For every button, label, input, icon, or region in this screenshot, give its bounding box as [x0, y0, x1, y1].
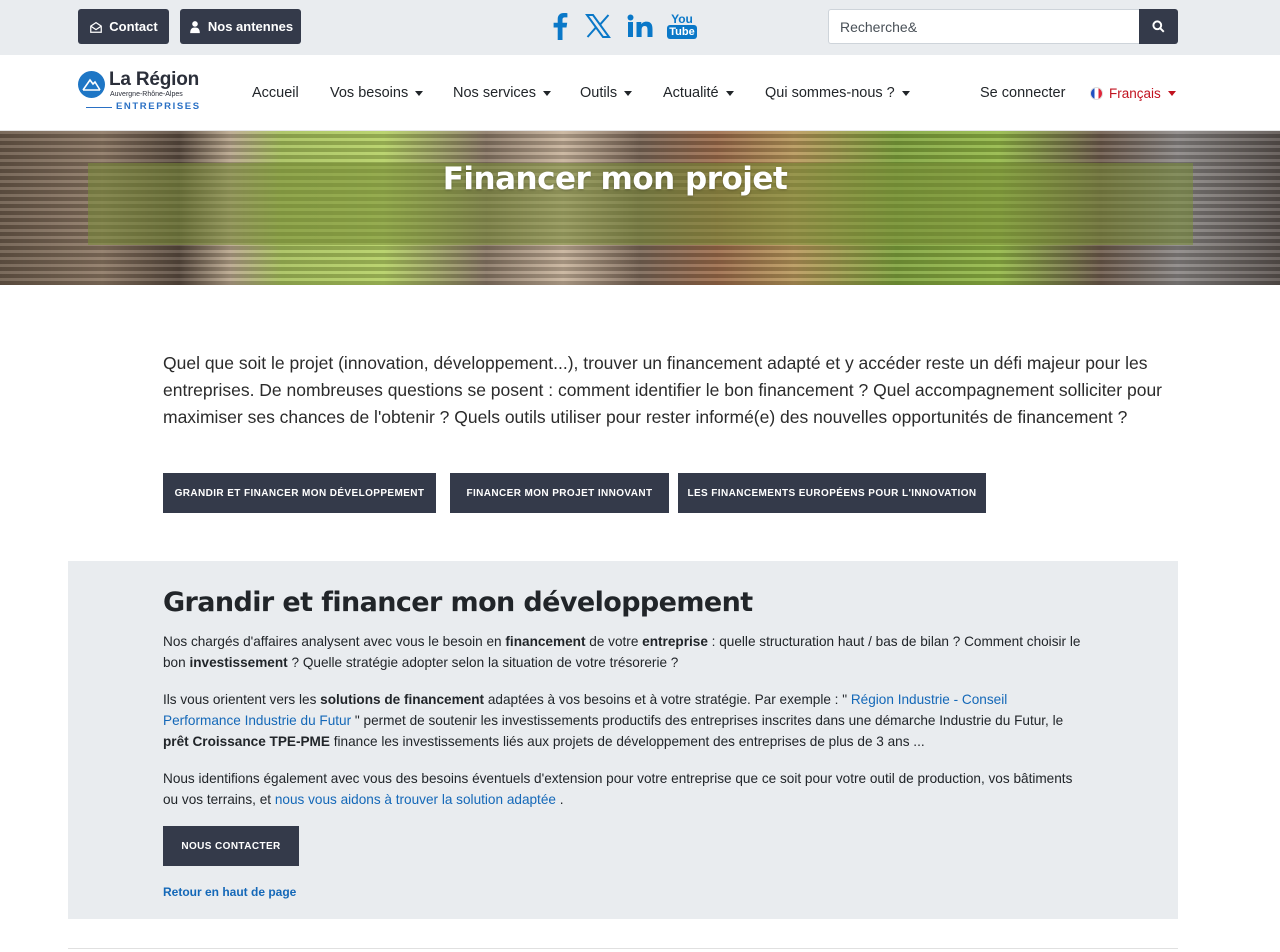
caret-down-icon: [624, 90, 633, 96]
nav-accueil[interactable]: Accueil: [252, 85, 299, 101]
p1-text-1: Nos chargés d'affaires analysent avec vo…: [163, 634, 506, 649]
p2-text-1: Ils vous orientent vers les: [163, 692, 321, 707]
cta-grandir-financer[interactable]: GRANDIR ET FINANCER MON DÉVELOPPEMENT: [163, 473, 436, 513]
section-divider: [68, 948, 1178, 949]
nav-actualite-label: Actualité: [663, 85, 719, 101]
top-bar: Contact Nos antennes You Tube: [0, 0, 1280, 55]
nous-contacter-button[interactable]: NOUS CONTACTER: [163, 826, 299, 866]
linkedin-icon[interactable]: [625, 10, 655, 42]
user-icon: [190, 20, 200, 33]
nav-qui-sommes-nous-label: Qui sommes-nous ?: [765, 85, 895, 101]
antennes-button[interactable]: Nos antennes: [180, 9, 301, 44]
nav-vos-besoins-label: Vos besoins: [330, 85, 409, 101]
cta-projet-innovant[interactable]: FINANCER MON PROJET INNOVANT: [450, 473, 669, 513]
cta-projet-innovant-label: FINANCER MON PROJET INNOVANT: [466, 487, 653, 499]
language-label: Français: [1109, 86, 1161, 101]
youtube-tube-text: Tube: [667, 25, 697, 39]
facebook-icon[interactable]: [547, 10, 573, 42]
intro-paragraph: Quel que soit le projet (innovation, dév…: [163, 353, 1163, 427]
grandir-financer-section: Grandir et financer mon développement No…: [68, 561, 1178, 919]
youtube-icon[interactable]: You Tube: [667, 10, 697, 42]
logo-tagline: ENTREPRISES: [116, 101, 201, 112]
p2-bold-solutions: solutions de financement: [320, 692, 485, 707]
hero-banner: Financer mon projet: [0, 131, 1280, 285]
p2-text-2: adaptées à vos besoins et à votre straté…: [484, 692, 851, 707]
section-title: Grandir et financer mon développement: [163, 587, 753, 618]
caret-down-icon: [725, 90, 734, 96]
nav-outils-label: Outils: [580, 85, 618, 101]
nav-nos-services[interactable]: Nos services: [453, 85, 551, 101]
p1-bold-entreprise: entreprise: [642, 634, 708, 649]
caret-down-icon: [901, 90, 910, 96]
section-paragraph-3: Nous identifions également avec vous des…: [163, 768, 1088, 810]
nav-actualite[interactable]: Actualité: [663, 85, 734, 101]
p3-text-2: .: [555, 792, 564, 807]
nous-contacter-label: NOUS CONTACTER: [181, 840, 281, 852]
solution-adaptee-link[interactable]: nous vous aidons à trouver la solution a…: [275, 792, 556, 807]
p2-text-3: " permet de soutenir les investissements…: [351, 713, 1064, 728]
p2-text-4: finance les investissements liés aux pro…: [329, 734, 925, 749]
caret-down-icon: [415, 90, 424, 96]
section-paragraph-1: Nos chargés d'affaires analysent avec vo…: [163, 631, 1088, 673]
cta-grandir-financer-label: GRANDIR ET FINANCER MON DÉVELOPPEMENT: [174, 487, 425, 499]
logo-title: La Région: [109, 69, 200, 90]
contact-button[interactable]: Contact: [78, 9, 169, 44]
language-selector[interactable]: Français: [1090, 86, 1176, 101]
antennes-label: Nos antennes: [207, 19, 294, 34]
p2-bold-pret: prêt Croissance TPE-PME: [163, 734, 330, 749]
p1-text-4: ? Quelle stratégie adopter selon la situ…: [287, 655, 679, 670]
x-icon[interactable]: [583, 10, 613, 42]
contact-label: Contact: [109, 19, 158, 34]
search-input[interactable]: [828, 9, 1140, 44]
main-navbar: La Région Auvergne-Rhône-Alpes ENTREPRIS…: [0, 55, 1280, 131]
caret-down-icon: [1167, 91, 1176, 96]
section-paragraph-2: Ils vous orientent vers les solutions de…: [163, 689, 1088, 752]
caret-down-icon: [543, 90, 551, 96]
nav-qui-sommes-nous[interactable]: Qui sommes-nous ?: [765, 85, 910, 101]
p1-bold-investissement: investissement: [189, 655, 288, 670]
cta-financements-europeens-label: LES FINANCEMENTS EUROPÉENS POUR L'INNOVA…: [687, 487, 977, 499]
cta-financements-europeens[interactable]: LES FINANCEMENTS EUROPÉENS POUR L'INNOVA…: [678, 473, 986, 513]
nav-vos-besoins[interactable]: Vos besoins: [330, 85, 424, 101]
nav-outils[interactable]: Outils: [580, 85, 633, 101]
p1-text-2: de votre: [585, 634, 643, 649]
envelope-open-icon: [90, 21, 103, 33]
login-label: Se connecter: [980, 85, 1066, 101]
page-title: Financer mon projet: [442, 161, 788, 197]
login-link[interactable]: Se connecter: [980, 85, 1065, 101]
nav-accueil-label: Accueil: [252, 85, 299, 101]
region-logo[interactable]: La Région Auvergne-Rhône-Alpes ENTREPRIS…: [78, 69, 201, 115]
search-icon: [1152, 20, 1165, 33]
youtube-you-text: You: [671, 12, 693, 26]
logo-mark-icon: [78, 71, 105, 98]
back-to-top-link[interactable]: Retour en haut de page: [163, 885, 296, 899]
logo-divider: [86, 107, 112, 108]
nav-nos-services-label: Nos services: [453, 85, 536, 101]
french-flag-icon: [1090, 87, 1103, 100]
search-button[interactable]: [1139, 9, 1178, 44]
p1-bold-financement: financement: [505, 634, 586, 649]
logo-subtitle: Auvergne-Rhône-Alpes: [110, 91, 183, 98]
